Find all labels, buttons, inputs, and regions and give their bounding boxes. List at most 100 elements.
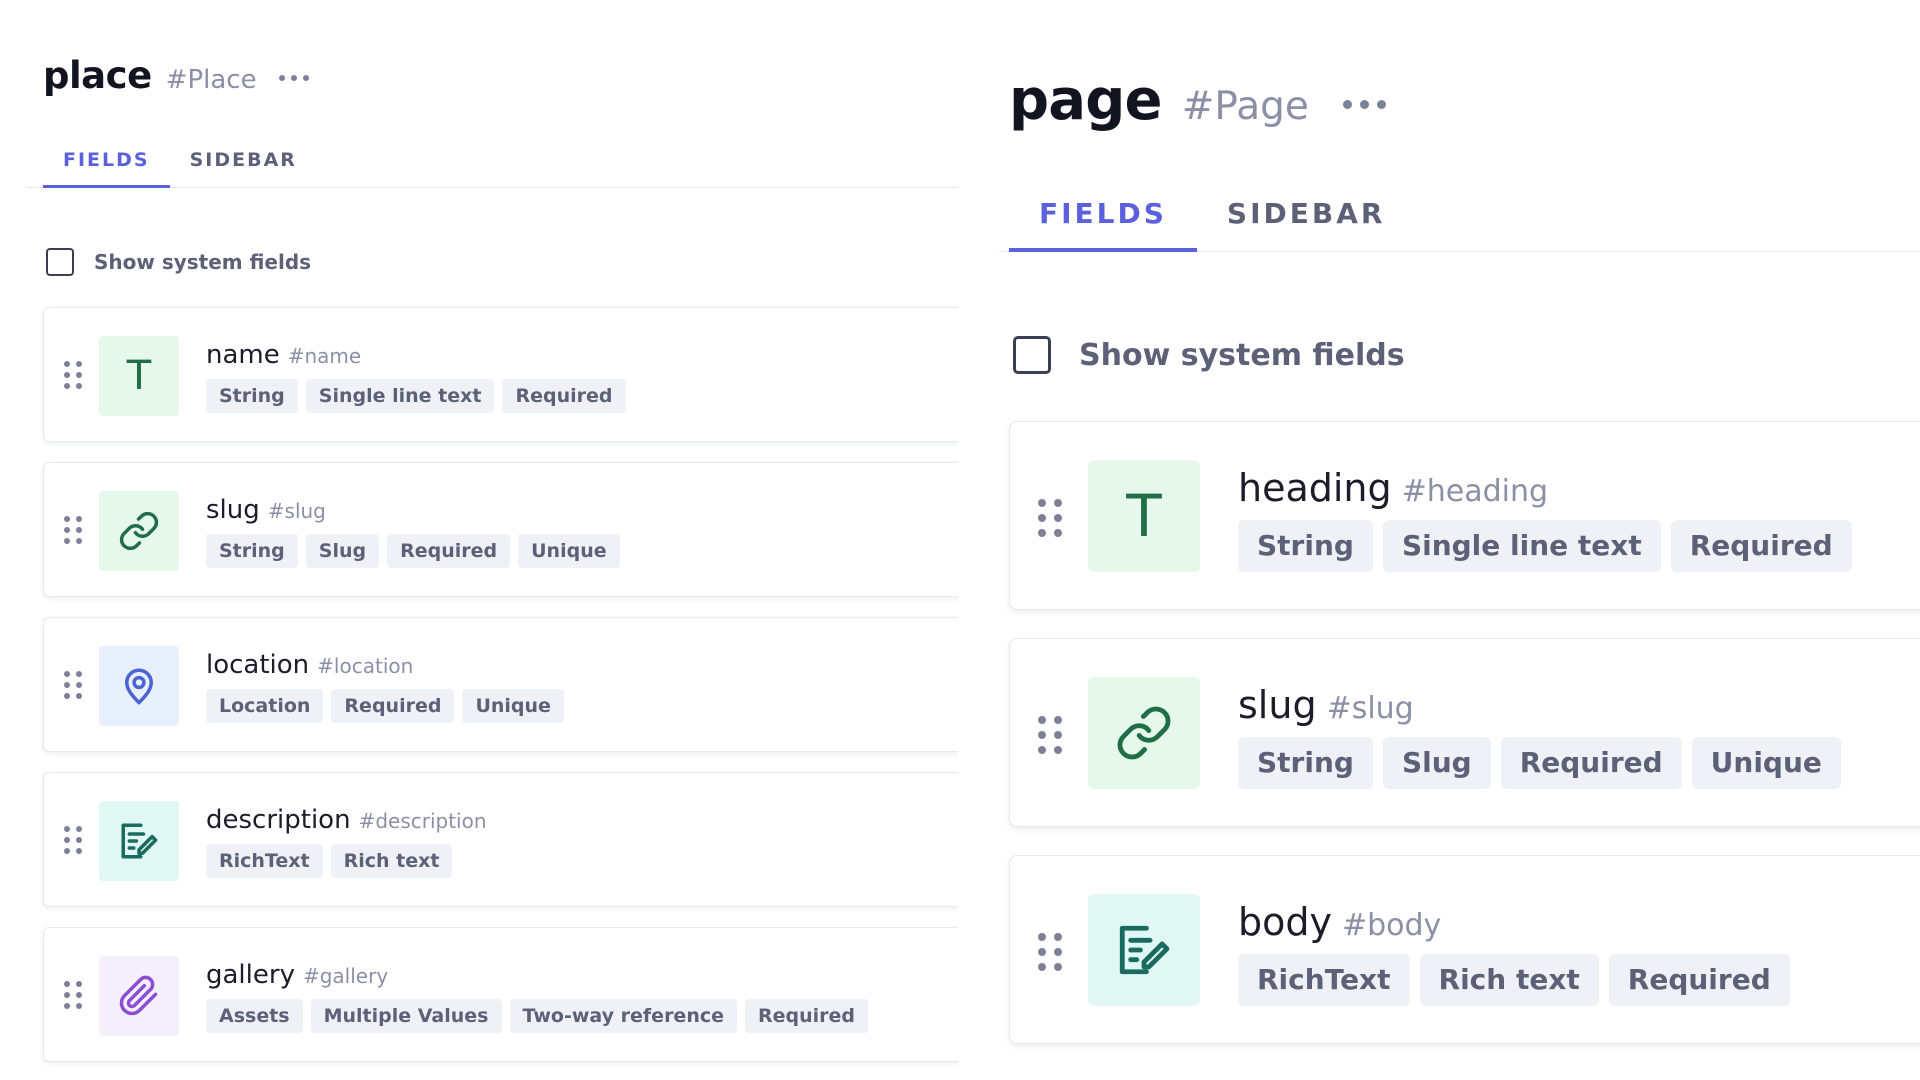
field-title-row: name #name: [206, 340, 361, 370]
show-system-fields-label: Show system fields: [1079, 337, 1405, 373]
show-system-fields-checkbox[interactable]: [46, 248, 74, 276]
model-title: place: [43, 54, 152, 97]
field-tag: String: [1238, 737, 1373, 789]
rich-text-edit-icon: [1088, 894, 1200, 1006]
show-system-fields-row[interactable]: Show system fields: [1013, 336, 1405, 374]
field-list: Theading #heading String Single line text Re…: [1009, 421, 1920, 1072]
field-tag: Single line text: [1382, 520, 1661, 572]
field-tag: Rich text: [1419, 954, 1599, 1006]
tab-bar: FIELDS SIDEBAR: [1009, 188, 1415, 252]
more-options-icon[interactable]: [1342, 100, 1386, 109]
field-card[interactable]: Theading #heading String Single line text Re…: [1009, 421, 1920, 610]
field-title-row: slug #slug: [206, 495, 326, 525]
link-icon: [99, 491, 179, 571]
field-api-id: #slug: [1326, 691, 1414, 726]
location-pin-icon: [99, 646, 179, 726]
drag-handle-icon[interactable]: [64, 981, 82, 1009]
field-card[interactable]: description #description RichText Rich text: [43, 772, 958, 907]
field-list: Tname #name String Single line text Required…: [43, 307, 958, 1080]
field-tags: Assets Multiple Values Two-way reference Re…: [206, 999, 869, 1033]
field-card[interactable]: Tname #name String Single line text Required: [43, 307, 958, 442]
tab-fields[interactable]: FIELDS: [1009, 188, 1197, 252]
field-title-row: gallery #gallery: [206, 960, 388, 990]
field-title-row: location #location: [206, 650, 413, 680]
drag-handle-icon[interactable]: [1038, 499, 1062, 537]
drag-handle-icon[interactable]: [64, 826, 82, 854]
drag-handle-icon[interactable]: [1038, 933, 1062, 971]
field-tag: Required: [331, 689, 455, 723]
field-tag: Unique: [1691, 737, 1841, 789]
field-tag: Two-way reference: [509, 999, 737, 1033]
model-title: page: [1009, 68, 1163, 133]
field-api-id: #name: [287, 344, 362, 368]
field-card[interactable]: location #location Location Required Unique: [43, 617, 958, 752]
field-title-row: heading #heading: [1238, 466, 1548, 510]
show-system-fields-checkbox[interactable]: [1013, 336, 1051, 374]
field-tags: String Single line text Required: [206, 379, 626, 413]
field-card[interactable]: slug #slug String Slug Required Unique: [1009, 638, 1920, 827]
field-tag: Rich text: [330, 844, 453, 878]
more-options-icon[interactable]: [278, 74, 309, 81]
field-tag: Slug: [305, 534, 380, 568]
field-tag: Multiple Values: [310, 999, 502, 1033]
tab-fields[interactable]: FIELDS: [43, 140, 170, 188]
field-tag: Required: [1670, 520, 1852, 572]
drag-handle-icon[interactable]: [1038, 716, 1062, 754]
field-tag: String: [206, 379, 298, 413]
field-name: heading: [1238, 466, 1392, 510]
field-name: description: [206, 805, 351, 835]
field-api-id: #gallery: [302, 964, 389, 988]
field-api-id: #location: [317, 654, 414, 678]
field-card[interactable]: body #body RichText Rich text Required: [1009, 855, 1920, 1044]
model-header: page #Page: [1009, 68, 1386, 133]
field-tag: Location: [206, 689, 324, 723]
field-tag: Required: [1608, 954, 1790, 1006]
field-name: slug: [1238, 683, 1317, 727]
field-api-id: #slug: [267, 499, 326, 523]
field-tag: String: [206, 534, 298, 568]
field-tag: Required: [1500, 737, 1682, 789]
field-tag: Slug: [1382, 737, 1491, 789]
field-tag: Required: [745, 999, 869, 1033]
field-tags: RichText Rich text Required: [1238, 954, 1790, 1006]
field-tag: Assets: [206, 999, 303, 1033]
field-api-id: #body: [1341, 908, 1442, 943]
model-api-id: #Page: [1181, 84, 1309, 129]
rich-text-edit-icon: [99, 801, 179, 881]
field-tag: Single line text: [305, 379, 495, 413]
field-card[interactable]: gallery #gallery Assets Multiple Values Two-…: [43, 927, 958, 1062]
show-system-fields-row[interactable]: Show system fields: [46, 248, 311, 276]
field-name: gallery: [206, 960, 295, 990]
field-tag: RichText: [1238, 954, 1410, 1006]
field-tags: Location Required Unique: [206, 689, 564, 723]
field-title-row: body #body: [1238, 900, 1441, 944]
tab-sidebar[interactable]: SIDEBAR: [170, 140, 317, 188]
tab-sidebar[interactable]: SIDEBAR: [1197, 188, 1416, 252]
field-title-row: slug #slug: [1238, 683, 1414, 727]
field-tags: String Single line text Required: [1238, 520, 1852, 572]
model-header: place #Place: [43, 54, 309, 97]
field-name: name: [206, 340, 280, 370]
field-tag: RichText: [206, 844, 323, 878]
field-tags: String Slug Required Unique: [206, 534, 620, 568]
link-icon: [1088, 677, 1200, 789]
field-name: body: [1238, 900, 1332, 944]
field-api-id: #heading: [1401, 474, 1549, 509]
field-api-id: #description: [358, 809, 487, 833]
drag-handle-icon[interactable]: [64, 361, 82, 389]
field-title-row: description #description: [206, 805, 487, 835]
drag-handle-icon[interactable]: [64, 516, 82, 544]
field-tags: RichText Rich text: [206, 844, 453, 878]
left-schema-panel: place #Place FIELDS SIDEBAR Show system …: [0, 0, 958, 1080]
text-t-icon: T: [99, 336, 179, 416]
tab-bar: FIELDS SIDEBAR: [43, 140, 317, 188]
drag-handle-icon[interactable]: [64, 671, 82, 699]
field-name: location: [206, 650, 310, 680]
field-tag: Unique: [518, 534, 620, 568]
text-t-icon: T: [1088, 460, 1200, 572]
field-card[interactable]: slug #slug String Slug Required Unique: [43, 462, 958, 597]
model-api-id: #Place: [165, 65, 257, 95]
field-tag: Required: [502, 379, 626, 413]
field-tag: Unique: [462, 689, 564, 723]
field-name: slug: [206, 495, 260, 525]
